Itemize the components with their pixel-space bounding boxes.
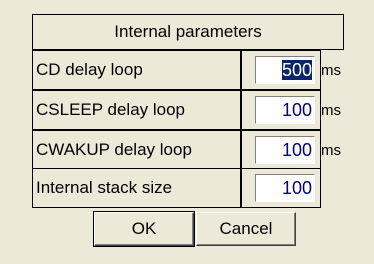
cancel-button[interactable]: Cancel (196, 212, 296, 246)
param-unit: ms (321, 101, 341, 119)
cd-delay-value: 500 (281, 60, 312, 80)
param-unit: ms (321, 141, 341, 159)
param-row-csleep-delay: CSLEEP delay loop 100 ms (32, 90, 344, 130)
param-row-cd-delay: CD delay loop 500 ms (32, 50, 344, 90)
param-label: CD delay loop (32, 50, 241, 90)
stack-size-input[interactable]: 100 (255, 174, 315, 202)
param-label: CSLEEP delay loop (32, 90, 241, 130)
param-row-stack-size: Internal stack size 100 (32, 168, 344, 208)
cwakup-delay-input[interactable]: 100 (255, 136, 315, 164)
param-value-cell: 100 (241, 130, 321, 170)
csleep-delay-input[interactable]: 100 (255, 96, 315, 124)
param-label: Internal stack size (32, 168, 241, 208)
param-value-cell: 100 (241, 168, 321, 208)
ok-button[interactable]: OK (93, 211, 195, 247)
dialog-title: Internal parameters (32, 14, 344, 50)
param-label: CWAKUP delay loop (32, 130, 241, 170)
param-value-cell: 100 (241, 90, 321, 130)
param-value-cell: 500 (241, 50, 321, 90)
cd-delay-input[interactable]: 500 (255, 56, 315, 84)
internal-parameters-dialog: Internal parameters CD delay loop 500 ms… (0, 0, 374, 264)
param-row-cwakup-delay: CWAKUP delay loop 100 ms (32, 130, 344, 170)
param-unit: ms (321, 61, 341, 79)
